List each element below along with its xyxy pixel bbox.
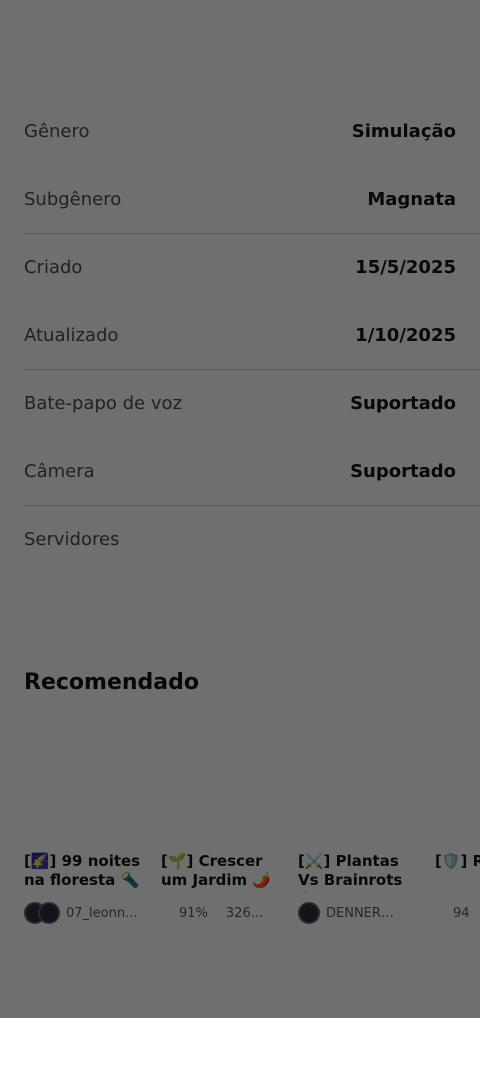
section-title-recommended: Recomendado: [24, 670, 199, 695]
player-count: 326...: [225, 905, 264, 921]
info-row-created: Criado 15/5/2025: [0, 234, 480, 302]
info-label: Bate-papo de voz: [24, 393, 182, 415]
info-label: Subgênero: [24, 188, 122, 210]
creator-name: DENNER747...: [326, 905, 400, 921]
recommended-carousel[interactable]: [🌠] 99 noites na floresta 🔦 07_leonn... …: [24, 852, 480, 942]
rating-percent: 94: [453, 905, 470, 921]
info-label: Atualizado: [24, 324, 119, 346]
game-meta: DENNER747...: [298, 900, 422, 926]
info-value: Suportado: [350, 460, 456, 482]
game-meta: 07_leonn...: [24, 900, 148, 926]
info-row-subgenre: Subgênero Magnata: [0, 166, 480, 234]
avatar: [298, 902, 320, 924]
rating-percent: 91%: [179, 905, 208, 921]
info-row-voice-chat: Bate-papo de voz Suportado: [0, 370, 480, 438]
recommended-game-card[interactable]: [🛡️] R 94: [435, 852, 480, 926]
game-meta: 91% 326...: [161, 900, 285, 926]
game-meta: 94: [435, 900, 480, 926]
avatar: [38, 902, 60, 924]
game-title: [⚔️] Plantas Vs Brainrots 🌻: [298, 852, 403, 892]
recommended-game-card[interactable]: [🌠] 99 noites na floresta 🔦 07_leonn...: [24, 852, 148, 926]
game-info-list: Gênero Simulação Subgênero Magnata Criad…: [0, 98, 480, 574]
info-value: 15/5/2025: [355, 257, 456, 279]
recommended-game-card[interactable]: [🌱] Crescer um Jardim 🌶️ 91% 326...: [161, 852, 285, 926]
info-row-camera: Câmera Suportado: [0, 438, 480, 506]
info-label: Câmera: [24, 460, 95, 482]
info-label: Criado: [24, 257, 83, 279]
info-label: Servidores: [24, 529, 120, 551]
bottom-sheet: [0, 1018, 480, 1074]
info-row-updated: Atualizado 1/10/2025: [0, 302, 480, 370]
info-value: Suportado: [350, 393, 456, 415]
info-value: Magnata: [367, 188, 456, 210]
info-value: 1/10/2025: [355, 324, 456, 346]
info-label: Gênero: [24, 121, 90, 143]
game-title: [🌱] Crescer um Jardim 🌶️: [161, 852, 272, 889]
game-title: [🛡️] R: [435, 852, 480, 870]
info-row-genre: Gênero Simulação: [0, 98, 480, 166]
recommended-game-card[interactable]: [⚔️] Plantas Vs Brainrots 🌻 DENNER747...: [298, 852, 422, 926]
game-title: [🌠] 99 noites na floresta 🔦: [24, 852, 141, 889]
game-details-page: Gênero Simulação Subgênero Magnata Criad…: [0, 0, 480, 1074]
info-row-servers[interactable]: Servidores: [0, 506, 480, 574]
info-value: Simulação: [351, 121, 456, 143]
creator-name: 07_leonn...: [66, 905, 138, 921]
